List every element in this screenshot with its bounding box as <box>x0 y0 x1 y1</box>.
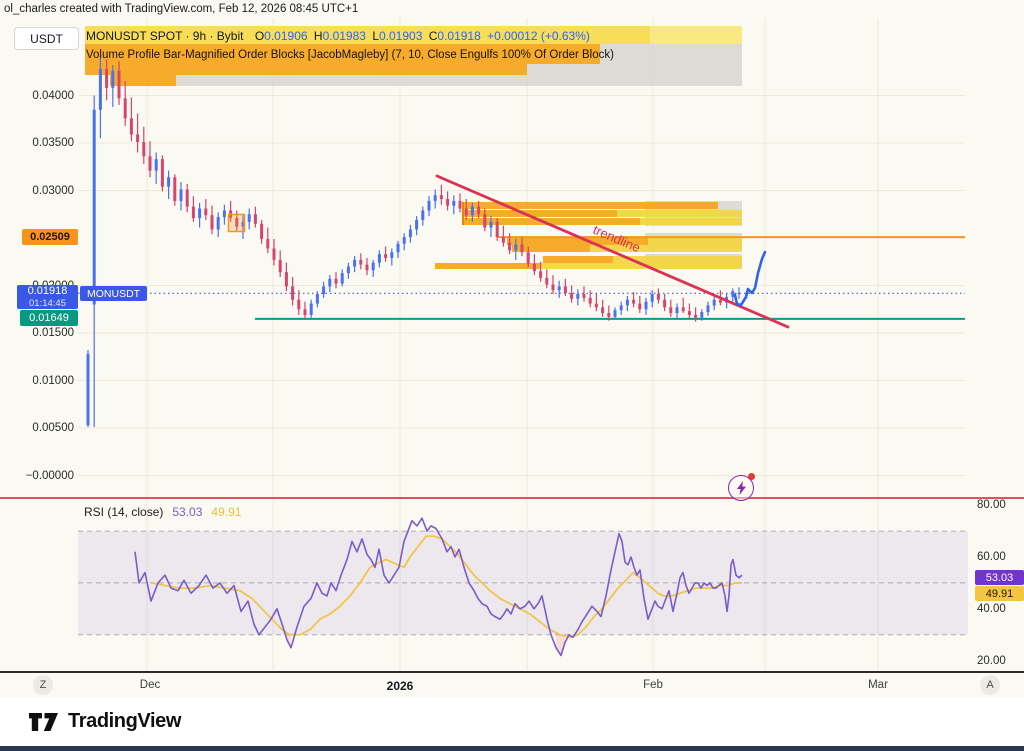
rsi-tick-label: 60.00 <box>977 550 1006 564</box>
rsi-header-row[interactable]: RSI (14, close) 53.03 49.91 <box>84 505 241 519</box>
rsi-title: RSI (14, close) <box>84 505 163 519</box>
price-tick-label: 0.03500 <box>0 136 74 150</box>
symbol-meta: · 9h · Bybit <box>185 29 243 43</box>
time-label-mar: Mar <box>868 679 888 691</box>
rsi-tick-label: 40.00 <box>977 602 1006 616</box>
flash-alert-icon[interactable] <box>728 475 754 501</box>
price-tick-label: −0.00000 <box>0 469 74 483</box>
time-label-2026: 2026 <box>387 679 414 693</box>
ohlc-change-value: +0.00012 (+0.63%) <box>487 29 590 43</box>
ohlc-low-label: L <box>372 29 379 43</box>
currency-scale-button[interactable]: USDT <box>14 27 79 50</box>
chart-canvas: trendline <box>0 0 1024 751</box>
ohlc-open-value: 0.01906 <box>264 29 307 43</box>
tradingview-wordmark: TradingView <box>68 710 181 733</box>
ohlc-open-label: O <box>255 29 264 43</box>
attribution-text: ol_charles created with TradingView.com,… <box>4 3 358 15</box>
ohlc-high-value: 0.01983 <box>323 29 366 43</box>
rsi-badge-main: 53.03 <box>975 570 1024 585</box>
price-tick-label: 0.01500 <box>0 326 74 340</box>
ohlc-low-value: 0.01903 <box>379 29 422 43</box>
price-label-last: 0.01918 01:14:45 <box>17 285 78 309</box>
time-label-dec: Dec <box>140 679 160 691</box>
symbol-title: MONUSDT SPOT <box>86 29 182 43</box>
price-tick-label: 0.04000 <box>0 89 74 103</box>
price-tick-label: 0.00500 <box>0 421 74 435</box>
reset-right-scale-button[interactable]: A <box>980 675 1000 695</box>
rsi-value-ma: 49.91 <box>211 505 241 519</box>
pane-separator[interactable] <box>0 497 1024 499</box>
footer-area: TradingView <box>0 697 1024 746</box>
symbol-ohlc-row[interactable]: MONUSDT SPOT· 9h · Bybit O0.01906 H0.019… <box>86 29 593 43</box>
price-label-supply: 0.02509 <box>22 229 78 245</box>
price-label-support: 0.01649 <box>20 310 78 326</box>
rsi-tick-label: 20.00 <box>977 654 1006 668</box>
price-line-symbol-tag[interactable]: MONUSDT <box>80 286 147 301</box>
rsi-badge-ma: 49.91 <box>975 586 1024 601</box>
price-tick-label: 0.03000 <box>0 184 74 198</box>
time-axis-strip[interactable]: Z Dec 2026 Feb Mar A <box>0 671 1024 697</box>
bar-countdown: 01:14:45 <box>29 298 66 309</box>
tradingview-logo[interactable]: TradingView <box>28 710 181 733</box>
bottom-accent-bar <box>0 746 1024 751</box>
ohlc-close-value: 0.01918 <box>437 29 480 43</box>
ohlc-high-label: H <box>314 29 323 43</box>
reset-left-scale-button[interactable]: Z <box>33 675 53 695</box>
time-label-feb: Feb <box>643 679 663 691</box>
last-price-value: 0.01918 <box>28 286 68 297</box>
tradingview-mark-icon <box>28 712 60 732</box>
indicator-title[interactable]: Volume Profile Bar-Magnified Order Block… <box>86 49 614 61</box>
order-block-zones <box>85 26 742 269</box>
rsi-tick-label: 80.00 <box>977 498 1006 512</box>
lightning-bolt-icon <box>736 481 747 495</box>
rsi-pane <box>78 518 968 655</box>
price-tick-label: 0.01000 <box>0 374 74 388</box>
alert-dot <box>748 473 755 480</box>
rsi-value-main: 53.03 <box>172 505 202 519</box>
